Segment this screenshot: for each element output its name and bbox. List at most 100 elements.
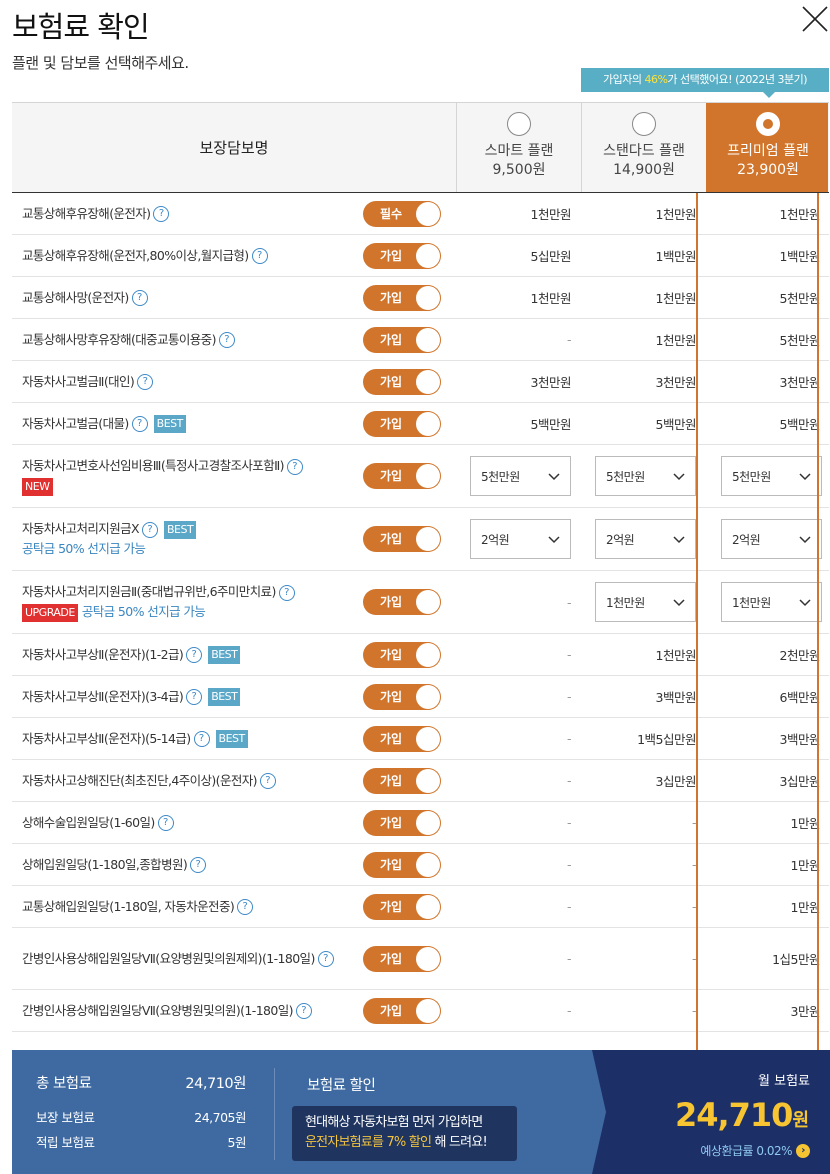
coverage-toggle[interactable]: 필수 bbox=[363, 200, 441, 227]
plan-radio[interactable] bbox=[507, 112, 531, 136]
coverage-toggle[interactable]: 가입 bbox=[363, 893, 441, 920]
coverage-name: 교통상해사망후유장해(대중교통이용중)? bbox=[12, 330, 363, 350]
help-icon[interactable]: ? bbox=[141, 521, 158, 538]
coverage-toggle[interactable]: 가입 bbox=[363, 368, 441, 395]
help-icon[interactable]: ? bbox=[153, 206, 170, 222]
coverage-label: 교통상해사망후유장해(대중교통이용중) bbox=[22, 331, 216, 347]
amount-select-value: 5천만원 bbox=[481, 470, 520, 484]
coverage-toggle[interactable]: 가입 bbox=[363, 463, 441, 489]
help-icon[interactable]: ? bbox=[237, 899, 254, 915]
plan-premium[interactable]: 프리미엄 플랜 23,900원 bbox=[706, 103, 828, 192]
help-icon[interactable]: ? bbox=[186, 689, 203, 705]
amount-select[interactable]: 1천만원 bbox=[595, 582, 696, 622]
amount-select[interactable]: 5천만원 bbox=[721, 456, 822, 496]
chevron-down-icon bbox=[548, 536, 560, 544]
coverage-toggle[interactable]: 가입 bbox=[363, 526, 441, 552]
table-row: 자동차사고부상Ⅱ(운전자)(3-4급)? BEST 가입 - 3백만원 6백만원 bbox=[12, 676, 829, 718]
toggle-label: 가입 bbox=[379, 731, 403, 746]
help-icon[interactable]: ? bbox=[131, 290, 148, 306]
coverage-toggle[interactable]: 가입 bbox=[363, 410, 441, 437]
help-icon[interactable]: ? bbox=[259, 773, 276, 789]
amount-cell: 1천만원 bbox=[581, 582, 706, 622]
coverage-toggle[interactable]: 가입 bbox=[363, 242, 441, 269]
toggle-knob bbox=[416, 684, 440, 709]
amount-select[interactable]: 2억원 bbox=[721, 519, 822, 559]
help-icon[interactable]: ? bbox=[131, 416, 148, 432]
plan-standard[interactable]: 스탠다드 플랜 14,900원 bbox=[581, 103, 706, 192]
amount-value: 5십만원 bbox=[530, 249, 572, 264]
toggle-label: 가입 bbox=[379, 332, 403, 347]
amount-select[interactable]: 5천만원 bbox=[595, 456, 696, 496]
help-icon[interactable]: ? bbox=[186, 647, 203, 663]
amount-value: 3천만원 bbox=[655, 375, 697, 390]
amount-select[interactable]: 2억원 bbox=[595, 519, 696, 559]
help-icon[interactable]: ? bbox=[278, 584, 295, 601]
plan-price: 23,900원 bbox=[737, 162, 799, 178]
coverage-toggle[interactable]: 가입 bbox=[363, 767, 441, 794]
coverage-name: 상해수술입원일당(1-60일)? bbox=[12, 813, 363, 833]
amount-select[interactable]: 1천만원 bbox=[721, 582, 822, 622]
help-icon[interactable]: ? bbox=[251, 248, 268, 264]
coverage-toggle[interactable]: 가입 bbox=[363, 945, 441, 972]
amount-value: 1천만원 bbox=[655, 648, 697, 663]
coverage-label: 자동차사고벌금(대물) bbox=[22, 415, 129, 431]
discount-title: 보험료 할인 bbox=[307, 1078, 376, 1094]
toggle-knob bbox=[416, 285, 440, 310]
coverage-label: 자동차사고부상Ⅱ(운전자)(5-14급) bbox=[22, 730, 191, 746]
amount-select[interactable]: 5천만원 bbox=[470, 456, 571, 496]
chevron-down-icon bbox=[673, 536, 685, 544]
amount-value: - bbox=[566, 1003, 572, 1018]
coverage-label: 자동차사고변호사선임비용Ⅲ(특정사고경찰조사포함Ⅱ) bbox=[22, 458, 285, 473]
help-icon[interactable]: ? bbox=[190, 857, 207, 873]
help-icon[interactable]: ? bbox=[286, 458, 303, 475]
help-icon[interactable]: ? bbox=[193, 731, 210, 747]
toggle-label: 가입 bbox=[379, 248, 403, 263]
coverage-toggle[interactable]: 가입 bbox=[363, 997, 441, 1024]
coverage-name: 교통상해후유장해(운전자)? bbox=[12, 204, 363, 224]
toggle-label: 가입 bbox=[379, 773, 403, 788]
amount-select[interactable]: 2억원 bbox=[470, 519, 571, 559]
coverage-toggle[interactable]: 가입 bbox=[363, 683, 441, 710]
refund-rate-link[interactable]: 예상환급률 0.02% › bbox=[700, 1142, 810, 1159]
coverage-toggle[interactable]: 가입 bbox=[363, 725, 441, 752]
table-row: 상해수술입원일당(1-60일)? 가입 - - 1만원 bbox=[12, 802, 829, 844]
coverage-label: 간병인사용상해입원일당Ⅶ(요양병원및의원)(1-180일) bbox=[22, 1002, 294, 1018]
close-icon[interactable] bbox=[802, 6, 828, 32]
coverage-toggle-cell: 가입 bbox=[363, 725, 456, 752]
table-row: 간병인사용상해입원일당Ⅶ(요양병원및의원제외)(1-180일)? 가입 - - 1십5만… bbox=[12, 928, 829, 990]
plan-smart[interactable]: 스마트 플랜 9,500원 bbox=[456, 103, 581, 192]
help-icon[interactable]: ? bbox=[317, 951, 334, 967]
amount-select-value: 1천만원 bbox=[606, 596, 645, 610]
coverage-label: 자동차사고부상Ⅱ(운전자)(3-4급) bbox=[22, 688, 184, 704]
coverage-toggle[interactable]: 가입 bbox=[363, 589, 441, 615]
toggle-knob bbox=[416, 243, 440, 268]
monthly-premium-panel: 월 보험료 24,710원 예상환급률 0.02% › bbox=[592, 1050, 830, 1174]
plan-name: 프리미엄 플랜 bbox=[727, 143, 809, 159]
help-icon[interactable]: ? bbox=[295, 1003, 312, 1019]
total-premium-value: 24,710원 bbox=[185, 1076, 246, 1092]
amount-cell: 1천만원 bbox=[706, 582, 828, 622]
amount-value: 1천만원 bbox=[530, 291, 572, 306]
coverage-toggle[interactable]: 가입 bbox=[363, 809, 441, 836]
table-row: 교통상해사망후유장해(대중교통이용중)? 가입 - 1천만원 5천만원 bbox=[12, 319, 829, 361]
coverage-toggle-cell: 가입 bbox=[363, 242, 456, 269]
amount-value: 1백5십만원 bbox=[637, 732, 696, 747]
toggle-knob bbox=[416, 369, 440, 394]
best-badge: BEST bbox=[208, 688, 241, 706]
coverage-toggle[interactable]: 가입 bbox=[363, 284, 441, 311]
toggle-knob bbox=[416, 810, 440, 835]
coverage-toggle[interactable]: 가입 bbox=[363, 851, 441, 878]
chevron-down-icon bbox=[548, 473, 560, 481]
help-icon[interactable]: ? bbox=[137, 374, 154, 390]
amount-value: - bbox=[566, 731, 572, 746]
plan-radio[interactable] bbox=[632, 112, 656, 136]
popular-period: (2022년 3분기) bbox=[735, 73, 807, 86]
help-icon[interactable]: ? bbox=[157, 815, 174, 831]
chevron-right-icon: › bbox=[796, 1143, 810, 1158]
coverage-toggle[interactable]: 가입 bbox=[363, 641, 441, 668]
coverage-toggle[interactable]: 가입 bbox=[363, 326, 441, 353]
coverage-premium-label: 보장 보험료 bbox=[36, 1110, 95, 1125]
help-icon[interactable]: ? bbox=[218, 332, 235, 348]
plan-radio-selected[interactable] bbox=[756, 112, 780, 136]
premium-breakdown: 총 보험료 24,710원 보장 보험료 24,705원 적립 보험료 5원 bbox=[36, 1072, 247, 1151]
